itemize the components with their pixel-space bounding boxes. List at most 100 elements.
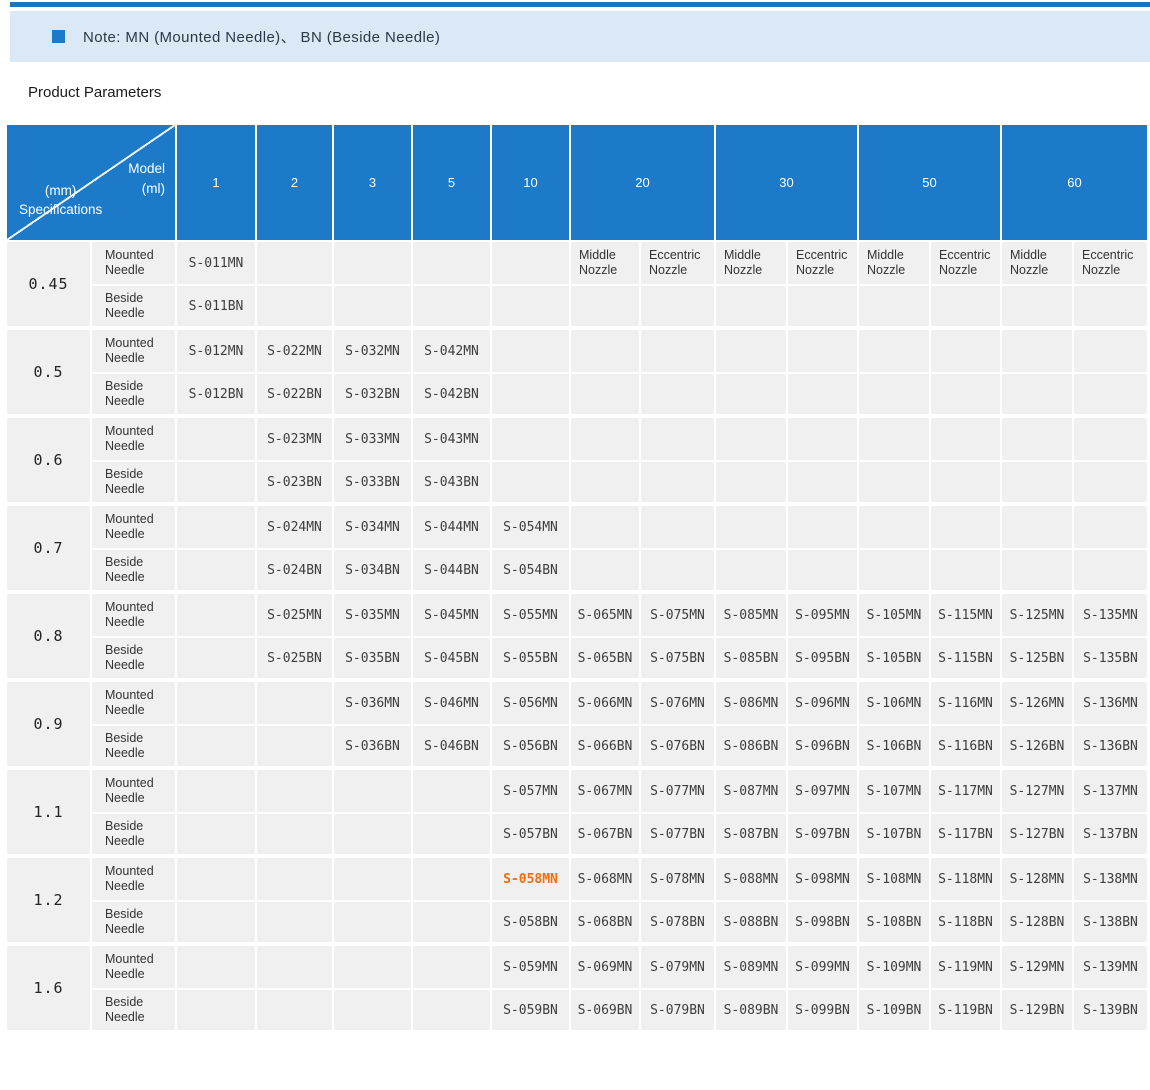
model-code-cell: S-076BN — [641, 726, 716, 770]
model-code-cell: S-033MN — [334, 418, 413, 462]
model-code-cell: S-042BN — [413, 374, 492, 418]
model-code-cell: S-087BN — [716, 814, 788, 858]
empty-cell — [492, 374, 571, 418]
empty-cell — [177, 946, 257, 990]
model-code-cell: S-129BN — [1002, 990, 1074, 1034]
empty-cell — [334, 242, 413, 286]
model-code-cell: S-109MN — [859, 946, 931, 990]
model-code-cell: S-077MN — [641, 770, 716, 814]
empty-cell — [257, 242, 334, 286]
model-code-cell: S-116BN — [931, 726, 1002, 770]
empty-cell — [257, 902, 334, 946]
model-code-cell: S-076MN — [641, 682, 716, 726]
empty-cell — [492, 418, 571, 462]
empty-cell — [1002, 462, 1074, 506]
model-code-cell: S-023MN — [257, 418, 334, 462]
empty-cell — [1002, 418, 1074, 462]
beside-needle-label: Beside Needle — [92, 462, 177, 506]
model-code-cell: S-059MN — [492, 946, 571, 990]
model-code-cell: S-042MN — [413, 330, 492, 374]
empty-cell — [641, 330, 716, 374]
empty-cell — [1074, 286, 1147, 330]
model-code-cell: S-126MN — [1002, 682, 1074, 726]
nozzle-type-cell: Middle Nozzle — [859, 242, 931, 286]
model-code-cell: S-057BN — [492, 814, 571, 858]
empty-cell — [257, 286, 334, 330]
model-code-cell: S-059BN — [492, 990, 571, 1034]
model-code-cell: S-089MN — [716, 946, 788, 990]
empty-cell — [859, 506, 931, 550]
model-code-cell: S-068MN — [571, 858, 641, 902]
empty-cell — [257, 770, 334, 814]
empty-cell — [788, 330, 859, 374]
model-code-cell: S-108BN — [859, 902, 931, 946]
table-row: 1.2Mounted NeedleS-058MNS-068MNS-078MNS-… — [7, 858, 1147, 902]
empty-cell — [334, 858, 413, 902]
top-accent-line — [10, 2, 1150, 7]
note-banner: Note: MN (Mounted Needle)、 BN (Beside Ne… — [10, 11, 1150, 62]
model-code-cell: S-043MN — [413, 418, 492, 462]
nozzle-type-cell: Eccentric Nozzle — [788, 242, 859, 286]
empty-cell — [716, 330, 788, 374]
model-code-cell: S-115MN — [931, 594, 1002, 638]
empty-cell — [177, 858, 257, 902]
model-code-cell: S-079MN — [641, 946, 716, 990]
empty-cell — [788, 462, 859, 506]
empty-cell — [931, 418, 1002, 462]
model-code-cell: S-105MN — [859, 594, 931, 638]
model-code-cell: S-139BN — [1074, 990, 1147, 1034]
model-code-cell: S-126BN — [1002, 726, 1074, 770]
model-code-cell: S-054MN — [492, 506, 571, 550]
product-parameters-table: Model(ml)(mm)Specifications1235102030506… — [7, 125, 1147, 1034]
beside-needle-label: Beside Needle — [92, 374, 177, 418]
mounted-needle-label: Mounted Needle — [92, 682, 177, 726]
empty-cell — [1002, 506, 1074, 550]
spec-value-cell: 1.2 — [7, 858, 92, 946]
empty-cell — [716, 374, 788, 418]
mounted-needle-label: Mounted Needle — [92, 770, 177, 814]
beside-needle-label: Beside Needle — [92, 638, 177, 682]
empty-cell — [177, 726, 257, 770]
specifications-axis-label: (mm)Specifications — [19, 181, 102, 220]
model-code-cell: S-069MN — [571, 946, 641, 990]
empty-cell — [413, 242, 492, 286]
model-code-cell: S-137BN — [1074, 814, 1147, 858]
model-code-cell: S-075BN — [641, 638, 716, 682]
empty-cell — [1002, 330, 1074, 374]
empty-cell — [1074, 374, 1147, 418]
model-code-cell: S-025MN — [257, 594, 334, 638]
empty-cell — [571, 550, 641, 594]
empty-cell — [334, 902, 413, 946]
beside-needle-label: Beside Needle — [92, 990, 177, 1034]
model-code-cell: S-095BN — [788, 638, 859, 682]
spec-value-cell: 0.5 — [7, 330, 92, 418]
table-row: Beside NeedleS-011BN — [7, 286, 1147, 330]
volume-header-5ml: 5 — [413, 125, 492, 242]
model-code-cell: S-125BN — [1002, 638, 1074, 682]
model-code-cell: S-097BN — [788, 814, 859, 858]
model-code-cell: S-033BN — [334, 462, 413, 506]
model-code-cell: S-107MN — [859, 770, 931, 814]
empty-cell — [177, 814, 257, 858]
nozzle-type-cell: Middle Nozzle — [571, 242, 641, 286]
empty-cell — [641, 286, 716, 330]
model-code-cell: S-025BN — [257, 638, 334, 682]
model-code-cell: S-068BN — [571, 902, 641, 946]
model-code-cell: S-086BN — [716, 726, 788, 770]
model-code-cell: S-115BN — [931, 638, 1002, 682]
empty-cell — [716, 506, 788, 550]
empty-cell — [641, 550, 716, 594]
empty-cell — [1002, 550, 1074, 594]
model-code-cell: S-012MN — [177, 330, 257, 374]
empty-cell — [859, 374, 931, 418]
model-code-cell: S-118BN — [931, 902, 1002, 946]
model-code-cell: S-058BN — [492, 902, 571, 946]
empty-cell — [257, 858, 334, 902]
empty-cell — [788, 286, 859, 330]
model-code-cell: S-098MN — [788, 858, 859, 902]
empty-cell — [413, 946, 492, 990]
model-code-cell: S-109BN — [859, 990, 931, 1034]
empty-cell — [571, 506, 641, 550]
spec-value-cell: 0.9 — [7, 682, 92, 770]
empty-cell — [571, 374, 641, 418]
